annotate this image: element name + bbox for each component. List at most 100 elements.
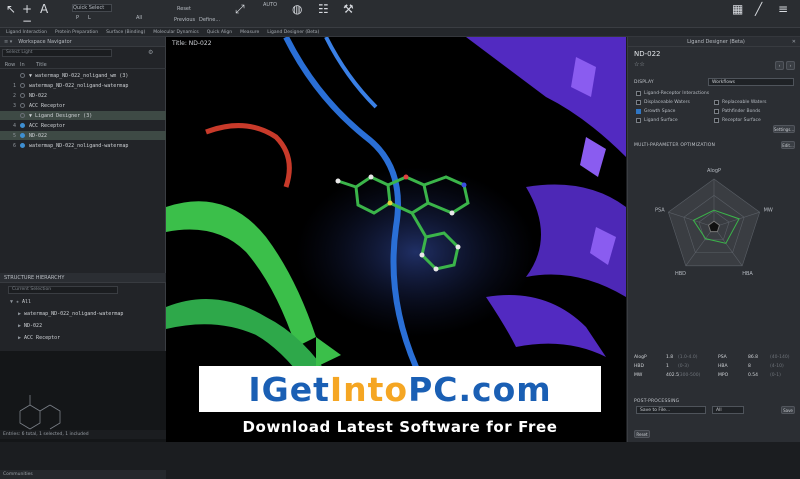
previous-view-button[interactable]: Previous [174, 17, 195, 23]
excluded-dot-icon[interactable] [20, 93, 25, 98]
select-tool-button[interactable]: ↖ [6, 2, 16, 16]
included-dot-icon[interactable] [20, 123, 25, 128]
collapse-icon[interactable]: ▶ [18, 335, 21, 341]
opt-replaceable-waters[interactable]: Replaceable Waters [714, 100, 767, 105]
included-dot-icon[interactable] [20, 143, 25, 148]
checkbox[interactable] [636, 118, 641, 123]
checkbox[interactable] [714, 100, 719, 105]
reset-view-button[interactable]: Reset [177, 6, 191, 12]
ligand-name: ND-022 [634, 50, 661, 58]
logo-letter: m [516, 369, 552, 409]
table-row[interactable]: 2 ND-022 [0, 91, 166, 100]
next-ligand-button[interactable]: › [786, 61, 795, 70]
logo-letter: I [329, 369, 344, 409]
menu-button[interactable]: ≡ [778, 2, 788, 16]
star-rating-icon[interactable]: ☆☆ [634, 61, 645, 68]
panel-close-icon[interactable]: ✕ [792, 39, 796, 45]
row-number: 6 [12, 142, 16, 149]
fit-view-button[interactable]: ⤢ [235, 2, 245, 16]
label-tool-button[interactable]: A [40, 2, 48, 16]
tab-surface-binding[interactable]: Surface (Binding) [106, 30, 145, 35]
wrench-icon: ⚒ [343, 2, 354, 16]
col-title[interactable]: Title [36, 62, 47, 68]
quick-select-input[interactable]: Quick Select [72, 4, 112, 12]
plot-button[interactable]: ╱ [755, 2, 762, 16]
col-row[interactable]: Row [0, 62, 20, 68]
opt-displaceable-waters[interactable]: Displaceable Waters [636, 100, 690, 105]
row-number: 4 [12, 122, 16, 129]
save-destination-select[interactable]: Save to File... [636, 406, 706, 414]
opt-pathfinder-bonds[interactable]: Pathfinder Bonds [714, 109, 760, 114]
table-button[interactable]: ▦ [732, 2, 743, 16]
row-title: ACC Receptor [29, 102, 66, 109]
table-row[interactable]: 6 watermap_ND-022_noligand-watermap [0, 141, 166, 150]
table-row[interactable]: 4 ACC Receptor [0, 121, 166, 130]
tab-molecular-dynamics[interactable]: Molecular Dynamics [153, 30, 198, 35]
table-row[interactable]: 1 watermap_ND-022_noligand-watermap [0, 81, 166, 90]
filter-settings-icon[interactable]: ⚙ [148, 49, 153, 56]
checkbox[interactable] [636, 100, 641, 105]
excluded-dot-icon[interactable] [20, 83, 25, 88]
collapse-icon[interactable]: ▶ [18, 311, 21, 317]
opt-ligand-surface[interactable]: Ligand Surface [636, 118, 678, 123]
save-scope-select[interactable]: All [712, 406, 744, 414]
hierarchy-item[interactable]: ▼ ★ All [0, 297, 166, 306]
hierarchy-item[interactable]: ▶ watermap_ND-022_noligand-watermap [0, 309, 166, 318]
excluded-dot-icon[interactable] [20, 103, 25, 108]
panel-menu-icon[interactable]: ≡ ▾ [4, 39, 12, 45]
tab-quick-align[interactable]: Quick Align [207, 30, 232, 35]
chevron-right-icon: › [789, 63, 792, 68]
collapse-icon[interactable]: ▶ [18, 323, 21, 329]
checkbox[interactable] [714, 118, 719, 123]
residue-filter-p[interactable]: P [76, 15, 79, 21]
checkbox-checked[interactable] [636, 109, 641, 114]
row-number: 1 [12, 82, 16, 89]
excluded-dot-icon[interactable] [20, 73, 25, 78]
checkbox[interactable] [714, 109, 719, 114]
table-row[interactable]: ▼ watermap_ND-022_noligand_wm (3) [0, 71, 166, 80]
display-mode-select[interactable]: Workflows [708, 78, 794, 86]
hierarchy-label: ND-022 [24, 322, 43, 329]
opt-ligand-receptor-interactions[interactable]: Ligand-Receptor Interactions [636, 91, 709, 96]
opt-growth-space[interactable]: Growth Space [636, 109, 675, 114]
communities-link[interactable]: Communities [0, 470, 166, 479]
settings-button[interactable]: Settings... [773, 125, 795, 133]
tools-button[interactable]: ⚒ [343, 2, 354, 16]
workspace-navigator-title: Workspace Navigator [18, 38, 72, 45]
table-row[interactable]: 5 ND-022 [0, 131, 166, 140]
define-view-button[interactable]: Define... [199, 17, 220, 23]
checkbox[interactable] [636, 91, 641, 96]
reset-button[interactable]: Reset [634, 430, 650, 438]
style-button[interactable]: ◍ [292, 2, 302, 16]
remove-button[interactable]: − [22, 14, 32, 28]
hierarchy-filter-input[interactable]: Current Selection [8, 286, 118, 294]
radar-axis-label: AlogP [707, 168, 721, 174]
excluded-dot-icon[interactable] [20, 113, 25, 118]
entry-filter-input[interactable]: Select Light [2, 49, 112, 57]
table-row[interactable]: ▼ Ligand Designer (3) [0, 111, 166, 120]
hierarchy-item[interactable]: ▶ ND-022 [0, 321, 166, 330]
previous-ligand-button[interactable]: ‹ [775, 61, 784, 70]
tab-protein-preparation[interactable]: Protein Preparation [55, 30, 98, 35]
col-in[interactable]: In [20, 62, 36, 68]
mpo-edit-button[interactable]: Edit... [781, 141, 795, 149]
row-title: ▼ watermap_ND-022_noligand_wm (3) [29, 72, 129, 79]
expand-icon[interactable]: ▼ ★ [10, 299, 19, 305]
logo-letter: t [367, 369, 385, 409]
property-value: 402.5 [666, 373, 679, 378]
property-value: 1.8 [666, 355, 674, 360]
tab-ligand-designer[interactable]: Ligand Designer (Beta) [267, 30, 319, 35]
opt-receptor-surface[interactable]: Receptor Surface [714, 118, 761, 123]
residue-filter-l[interactable]: L [88, 15, 91, 21]
hierarchy-item[interactable]: ▶ ACC Receptor [0, 333, 166, 342]
save-button[interactable]: Save [781, 406, 795, 414]
adjust-button[interactable]: ☷ [318, 2, 329, 16]
table-row[interactable]: 3 ACC Receptor [0, 101, 166, 110]
auto-fit-button[interactable]: AUTO [263, 2, 277, 8]
tab-ligand-interaction[interactable]: Ligand Interaction [6, 30, 47, 35]
post-processing-label: POST-PROCESSING [634, 399, 680, 404]
select-all-button[interactable]: All [136, 15, 142, 21]
tab-measure[interactable]: Measure [240, 30, 259, 35]
included-dot-icon[interactable] [20, 133, 25, 138]
save-scope-value: All [716, 407, 722, 413]
